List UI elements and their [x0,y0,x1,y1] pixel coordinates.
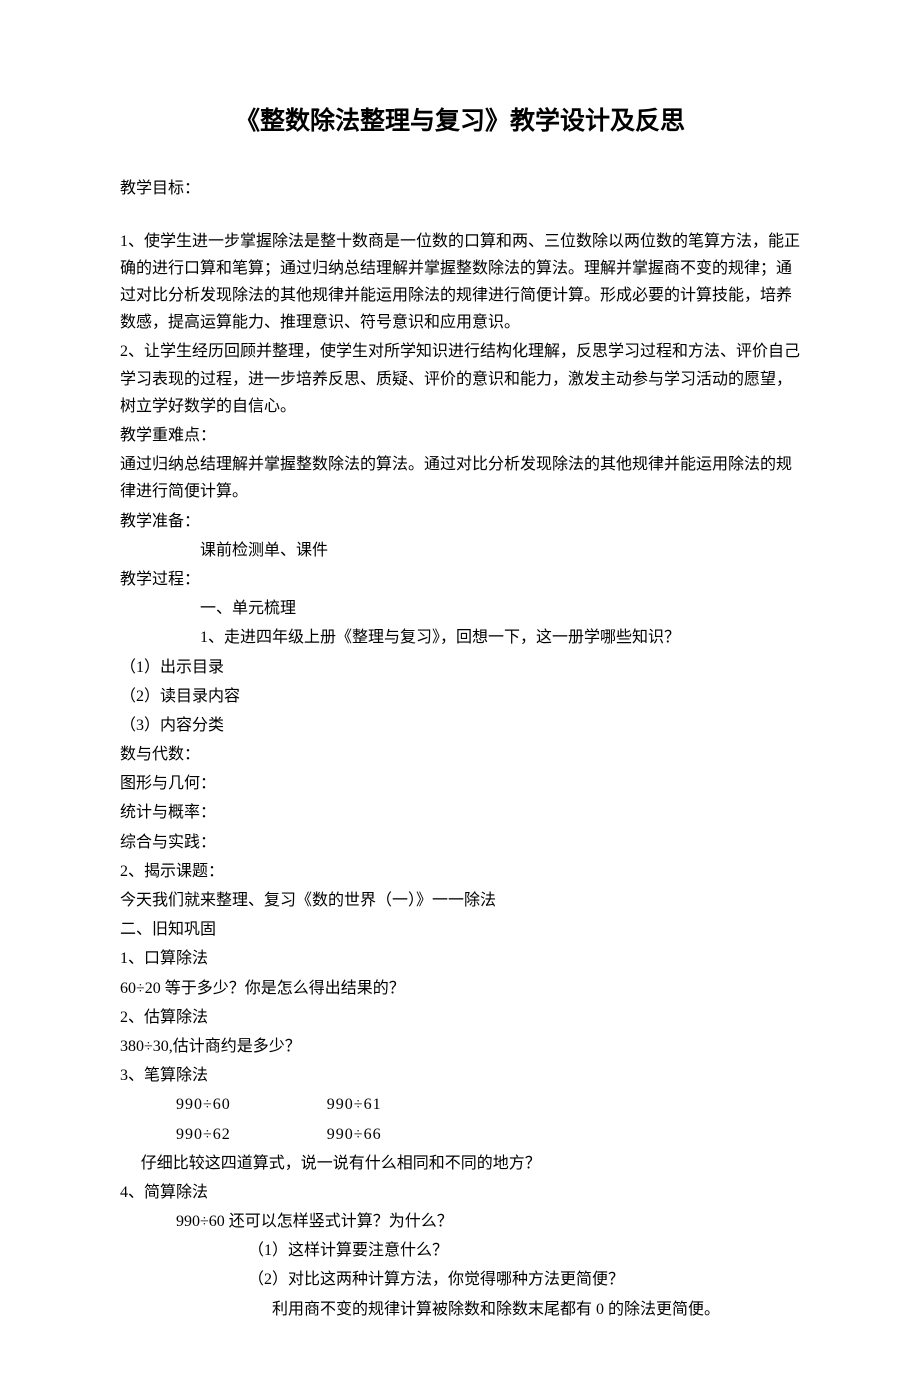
calc-a2: 990÷61 [327,1096,382,1113]
objective-2: 2、让学生经历回顾并整理，使学生对所学知识进行结构化理解，反思学习过程和方法、评… [120,338,800,420]
section-1-item-1: 1、走进四年级上册《整理与复习》，回想一下，这一册学哪些知识？ [120,624,800,651]
calc-row-2: 990÷62 990÷66 [120,1121,800,1148]
section-2-item-1-text: 60÷20 等于多少？你是怎么得出结果的？ [120,975,800,1002]
section-1-item-2-text: 今天我们就来整理、复习《数的世界（一）》一一除法 [120,887,800,914]
section-2-item-3-heading: 3、笔算除法 [120,1062,800,1089]
calc-row-1: 990÷60 990÷61 [120,1091,800,1118]
calc-b2: 990÷66 [327,1126,382,1143]
section-2-item-2-text: 380÷30,估计商约是多少？ [120,1033,800,1060]
step-1a: （1）出示目录 [120,654,800,681]
section-1-heading: 一、单元梳理 [120,595,800,622]
category-2: 图形与几何： [120,770,800,797]
step-1c: （3）内容分类 [120,712,800,739]
section-2-heading: 二、旧知巩固 [120,916,800,943]
calc-a1: 990÷60 [176,1096,231,1113]
section-1-item-2-heading: 2、揭示课题： [120,858,800,885]
category-1: 数与代数： [120,741,800,768]
section-2-item-2-heading: 2、估算除法 [120,1004,800,1031]
calc-b1: 990÷62 [176,1126,231,1143]
step-1b: （2）读目录内容 [120,683,800,710]
objective-1: 1、使学生进一步掌握除法是整十数商是一位数的口算和两、三位数除以两位数的笔算方法… [120,228,800,337]
category-4: 综合与实践： [120,829,800,856]
objectives-label: 教学目标： [120,175,800,202]
page-title: 《整数除法整理与复习》教学设计及反思 [120,100,800,143]
process-label: 教学过程： [120,566,800,593]
section-2-item-1-heading: 1、口算除法 [120,945,800,972]
section-2-item-4-text: 990÷60 还可以怎样竖式计算？为什么？ [120,1208,800,1235]
difficulty-text: 通过归纳总结理解并掌握整数除法的算法。通过对比分析发现除法的其他规律并能运用除法… [120,451,800,505]
preparation-text: 课前检测单、课件 [120,537,800,564]
section-2-item-4a: （1）这样计算要注意什么？ [120,1237,800,1264]
difficulty-label: 教学重难点： [120,422,800,449]
section-2-item-3-question: 仔细比较这四道算式，说一说有什么相同和不同的地方？ [120,1150,800,1177]
section-2-item-4-heading: 4、简算除法 [120,1179,800,1206]
section-2-item-4b: （2）对比这两种计算方法，你觉得哪种方法更简便？ [120,1266,800,1293]
preparation-label: 教学准备： [120,508,800,535]
section-2-item-4c: 利用商不变的规律计算被除数和除数末尾都有 0 的除法更简便。 [120,1296,800,1323]
category-3: 统计与概率： [120,799,800,826]
